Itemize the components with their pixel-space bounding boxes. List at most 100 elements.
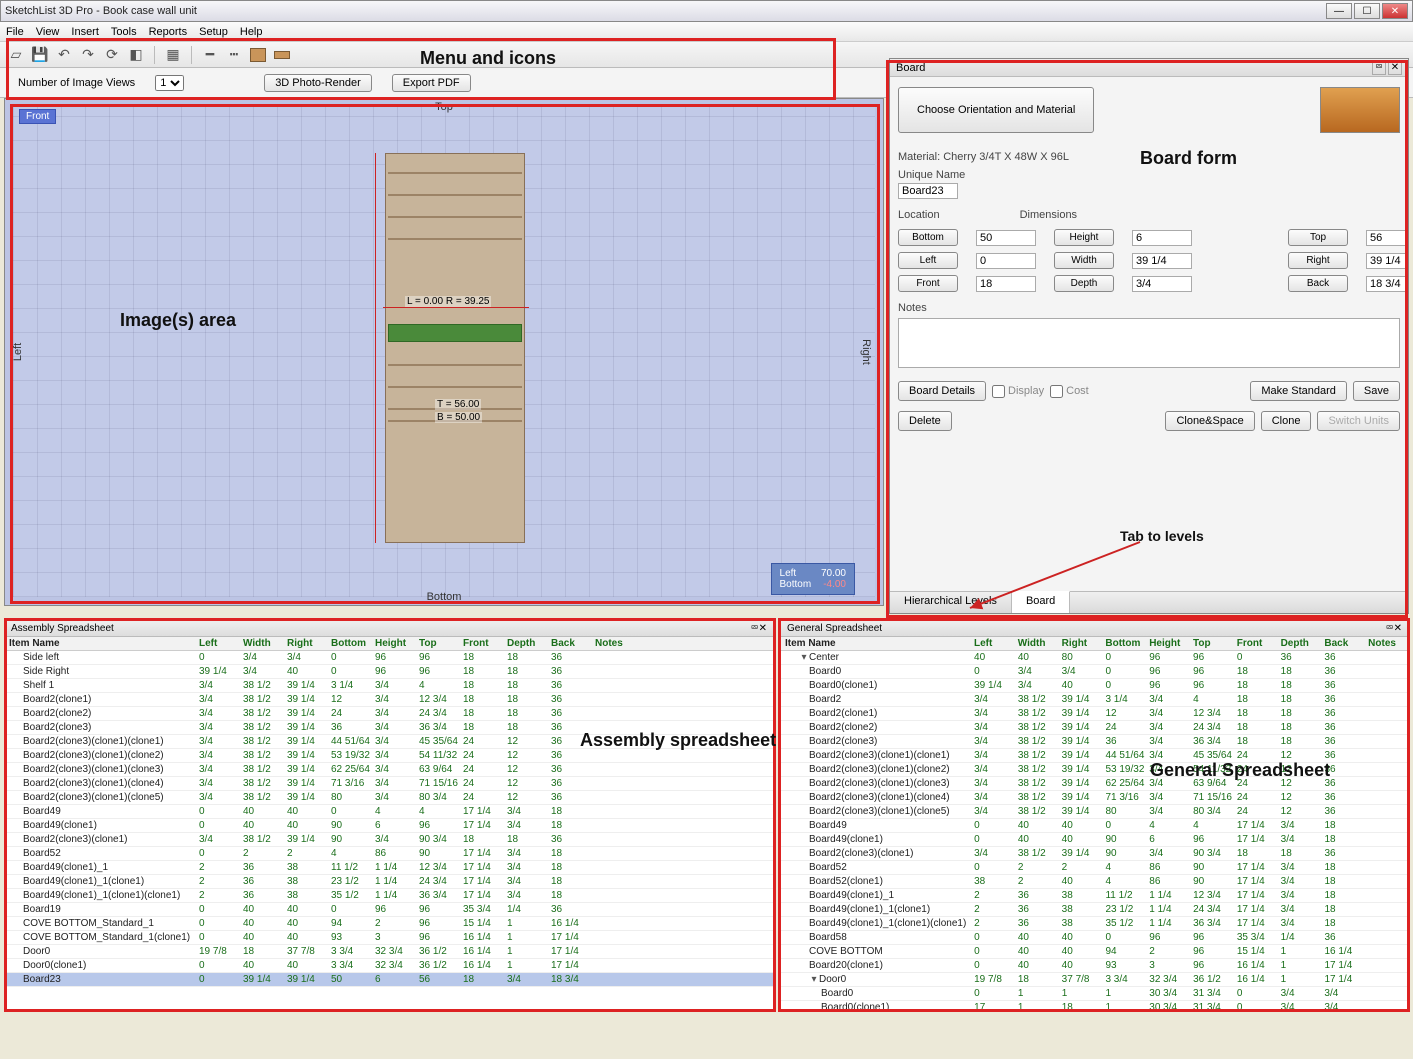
clone-button[interactable]: Clone xyxy=(1261,411,1312,431)
table-row[interactable]: Board49(clone1)_1(clone1)2363823 1/21 1/… xyxy=(5,875,773,889)
export-pdf-button[interactable]: Export PDF xyxy=(392,74,471,92)
table-row[interactable]: Board2(clone3)(clone1)(clone5)3/438 1/23… xyxy=(5,791,773,805)
table-row[interactable]: Board490404004417 1/43/418 xyxy=(781,819,1408,833)
table-row[interactable]: ▾Door019 7/81837 7/83 3/432 3/436 1/216 … xyxy=(781,973,1408,987)
table-row[interactable]: Board49(clone1)_12363811 1/21 1/412 3/41… xyxy=(781,889,1408,903)
column-header[interactable]: Notes xyxy=(591,637,635,650)
make-standard-button[interactable]: Make Standard xyxy=(1250,381,1347,401)
dash-icon[interactable]: ┅ xyxy=(224,45,244,65)
table-row[interactable]: Board49(clone1)_1(clone1)(clone1)2363835… xyxy=(5,889,773,903)
table-row[interactable]: Board19040400969635 3/41/436 xyxy=(5,903,773,917)
num-views-select[interactable]: 1 xyxy=(155,75,184,91)
column-header[interactable]: Back xyxy=(1320,637,1364,650)
right-input[interactable] xyxy=(1366,253,1408,269)
pin-icon[interactable]: ⮹ xyxy=(1372,61,1386,75)
table-row[interactable]: Board49(clone1)_1(clone1)2363823 1/21 1/… xyxy=(781,903,1408,917)
column-header[interactable]: Item Name xyxy=(5,637,195,650)
column-header[interactable]: Top xyxy=(415,637,459,650)
table-row[interactable]: Board2(clone1)3/438 1/239 1/4123/412 3/4… xyxy=(5,693,773,707)
column-header[interactable]: Item Name xyxy=(781,637,970,650)
table-row[interactable]: Board23/438 1/239 1/43 1/43/44181836 xyxy=(781,693,1408,707)
height-button[interactable]: Height xyxy=(1054,229,1114,246)
back-button[interactable]: Back xyxy=(1288,275,1348,292)
table-row[interactable]: Board2(clone3)(clone1)(clone1)3/438 1/23… xyxy=(5,735,773,749)
table-row[interactable]: Board2(clone3)(clone1)(clone4)3/438 1/23… xyxy=(781,791,1408,805)
front-button[interactable]: Front xyxy=(898,275,958,292)
top-button[interactable]: Top xyxy=(1288,229,1348,246)
column-header[interactable]: Right xyxy=(1058,637,1102,650)
table-row[interactable]: Board2(clone2)3/438 1/239 1/4243/424 3/4… xyxy=(781,721,1408,735)
left-input[interactable] xyxy=(976,253,1036,269)
close-button[interactable]: ✕ xyxy=(1382,3,1408,19)
table-row[interactable]: Board003/43/409696181836 xyxy=(781,665,1408,679)
column-header[interactable]: Bottom xyxy=(327,637,371,650)
table-row[interactable]: Board2(clone2)3/438 1/239 1/4243/424 3/4… xyxy=(5,707,773,721)
width-button[interactable]: Width xyxy=(1054,252,1114,269)
table-row[interactable]: Board2(clone3)(clone1)(clone3)3/438 1/23… xyxy=(5,763,773,777)
table-row[interactable]: Board49(clone1)_12363811 1/21 1/412 3/41… xyxy=(5,861,773,875)
table-row[interactable]: Board20(clone1)040409339616 1/4117 1/4 xyxy=(781,959,1408,973)
panel-close-icon[interactable]: ✕ xyxy=(1394,623,1402,634)
column-header[interactable]: Height xyxy=(1145,637,1189,650)
column-header[interactable]: Left xyxy=(970,637,1014,650)
minimize-button[interactable]: — xyxy=(1326,3,1352,19)
column-header[interactable]: Notes xyxy=(1364,637,1408,650)
table-row[interactable]: Board49(clone1)040409069617 1/43/418 xyxy=(5,819,773,833)
table-row[interactable]: Board58040400969635 3/41/436 xyxy=(781,931,1408,945)
table-row[interactable]: Board0(clone1)39 1/43/44009696181836 xyxy=(781,679,1408,693)
bookcase-model[interactable] xyxy=(385,153,525,543)
line-icon[interactable]: ━ xyxy=(200,45,220,65)
table-row[interactable]: Door019 7/81837 7/83 3/432 3/436 1/216 1… xyxy=(5,945,773,959)
table-row[interactable]: Board2(clone1)3/438 1/239 1/4123/412 3/4… xyxy=(781,707,1408,721)
photo-render-button[interactable]: 3D Photo-Render xyxy=(264,74,372,92)
view-tag[interactable]: Front xyxy=(19,109,56,124)
clone-space-button[interactable]: Clone&Space xyxy=(1165,411,1254,431)
column-header[interactable]: Front xyxy=(1233,637,1277,650)
table-row[interactable]: Board520224869017 1/43/418 xyxy=(5,847,773,861)
column-header[interactable]: Width xyxy=(239,637,283,650)
board-details-button[interactable]: Board Details xyxy=(898,381,986,401)
menu-file[interactable]: File xyxy=(6,26,24,38)
table-row[interactable]: Board2(clone3)(clone1)(clone2)3/438 1/23… xyxy=(5,749,773,763)
save-button[interactable]: Save xyxy=(1353,381,1400,401)
pin-icon[interactable]: ⮹ xyxy=(751,623,759,634)
table-row[interactable]: ▾Center4040800969603636 xyxy=(781,651,1408,665)
column-header[interactable]: Width xyxy=(1014,637,1058,650)
panel-close-icon[interactable]: ✕ xyxy=(759,623,767,634)
table-row[interactable]: Door0(clone1)040403 3/432 3/436 1/216 1/… xyxy=(5,959,773,973)
column-header[interactable]: Right xyxy=(283,637,327,650)
menu-reports[interactable]: Reports xyxy=(149,26,188,38)
column-header[interactable]: Depth xyxy=(503,637,547,650)
table-row[interactable]: Board52(clone1)382404869017 1/43/418 xyxy=(781,875,1408,889)
tab-board[interactable]: Board xyxy=(1012,591,1070,613)
menu-insert[interactable]: Insert xyxy=(71,26,99,38)
table-row[interactable]: COVE BOTTOM_Standard_1(clone1)0404093396… xyxy=(5,931,773,945)
table-row[interactable]: Board520224869017 1/43/418 xyxy=(781,861,1408,875)
table-row[interactable]: Board2(clone3)(clone1)(clone2)3/438 1/23… xyxy=(781,763,1408,777)
table-row[interactable]: COVE BOTTOM_Standard_1040409429615 1/411… xyxy=(5,917,773,931)
redo-icon[interactable]: ↷ xyxy=(78,45,98,65)
table-row[interactable]: Board2(clone3)(clone1)(clone5)3/438 1/23… xyxy=(781,805,1408,819)
grid-icon[interactable]: ▦ xyxy=(163,45,183,65)
table-row[interactable]: Board0011130 3/431 3/403/43/4 xyxy=(781,987,1408,1001)
color-icon[interactable]: ◧ xyxy=(126,45,146,65)
right-button[interactable]: Right xyxy=(1288,252,1348,269)
top-input[interactable] xyxy=(1366,230,1408,246)
table-row[interactable]: Board0(clone1)17118130 3/431 3/403/43/4 xyxy=(781,1001,1408,1009)
menu-setup[interactable]: Setup xyxy=(199,26,228,38)
table-row[interactable]: Board49(clone1)040409069617 1/43/418 xyxy=(781,833,1408,847)
table-row[interactable]: Board2(clone3)3/438 1/239 1/4363/436 3/4… xyxy=(5,721,773,735)
panel-close-icon[interactable]: ✕ xyxy=(1388,61,1402,75)
back-input[interactable] xyxy=(1366,276,1408,292)
table-row[interactable]: Side left03/43/409696181836 xyxy=(5,651,773,665)
delete-button[interactable]: Delete xyxy=(898,411,952,431)
undo-icon[interactable]: ↶ xyxy=(54,45,74,65)
board-long-icon[interactable] xyxy=(272,45,292,65)
width-input[interactable] xyxy=(1132,253,1192,269)
column-header[interactable]: Bottom xyxy=(1101,637,1145,650)
table-row[interactable]: Board2(clone3)(clone1)3/438 1/239 1/4903… xyxy=(5,833,773,847)
unique-name-input[interactable] xyxy=(898,183,958,199)
maximize-button[interactable]: ☐ xyxy=(1354,3,1380,19)
cost-checkbox[interactable]: Cost xyxy=(1050,381,1089,401)
viewport[interactable]: Front Top Bottom Left Right L = 0.00 R =… xyxy=(4,98,884,606)
